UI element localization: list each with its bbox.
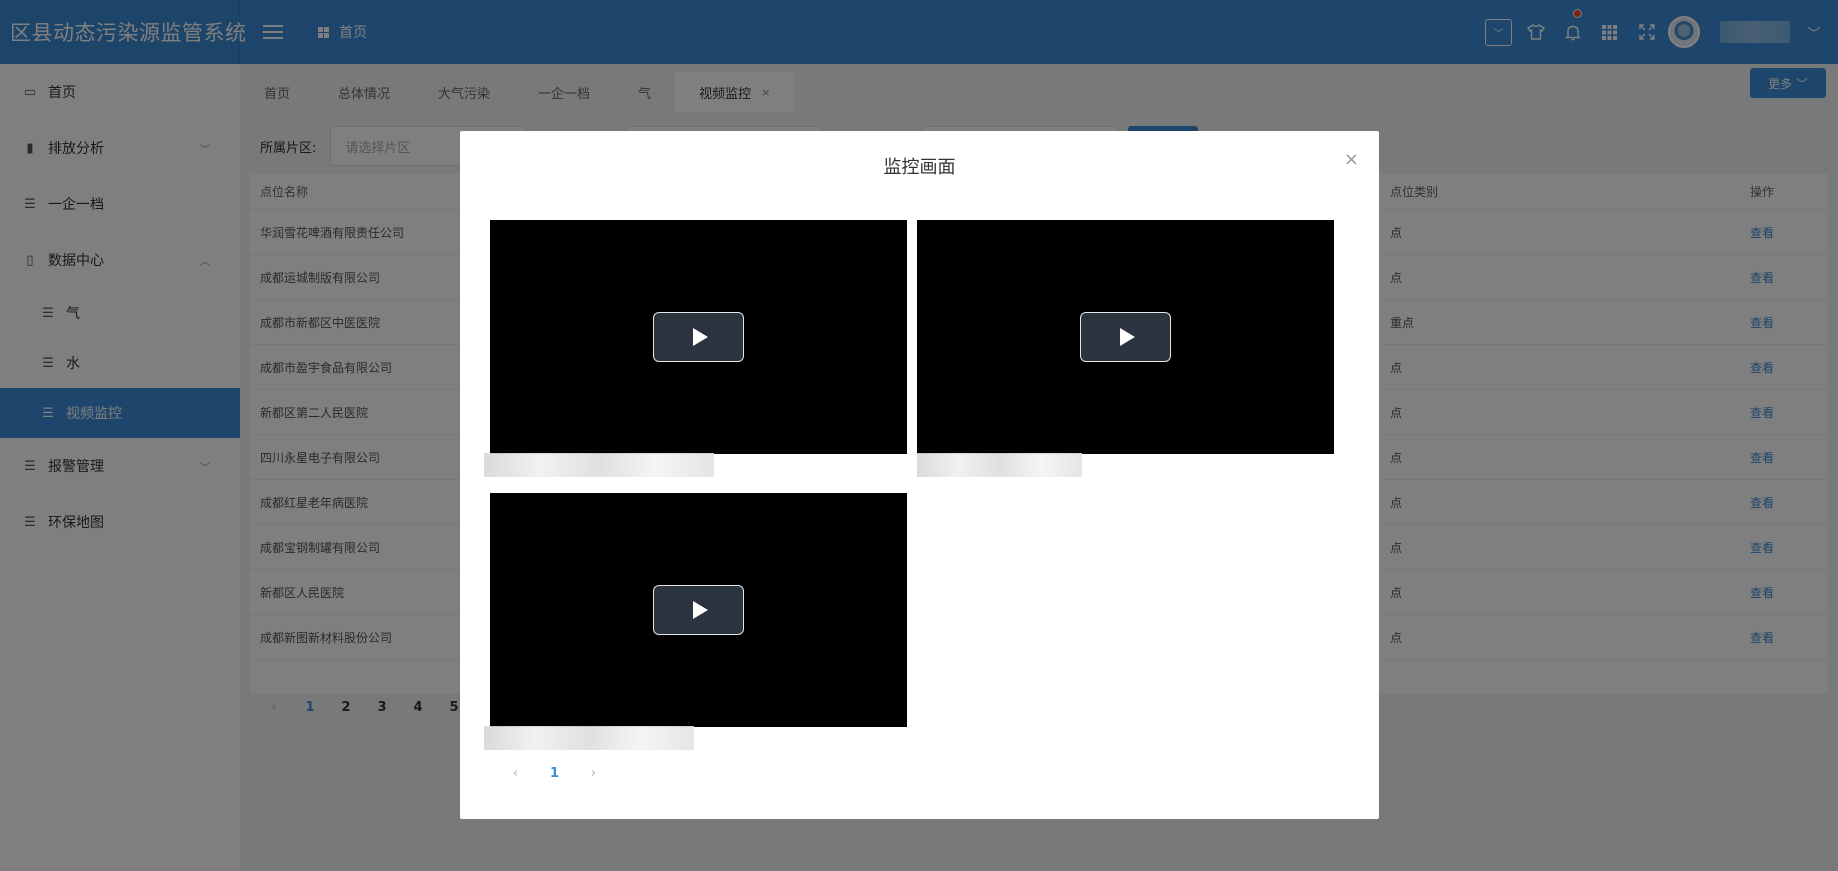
play-icon <box>693 328 708 346</box>
modal-page-1[interactable]: 1 <box>535 766 574 781</box>
modal-next-button[interactable]: › <box>574 766 613 781</box>
modal-pagination: ‹ 1 › <box>496 766 613 781</box>
video-player-2[interactable] <box>917 220 1334 454</box>
play-button[interactable] <box>1080 312 1171 362</box>
monitor-modal: 监控画面 × ‹ 1 › <box>460 131 1379 819</box>
video-label-3 <box>484 726 694 750</box>
video-label-2 <box>917 453 1082 477</box>
modal-prev-button[interactable]: ‹ <box>496 766 535 781</box>
play-icon <box>1120 328 1135 346</box>
play-button[interactable] <box>653 312 744 362</box>
play-icon <box>693 601 708 619</box>
play-button[interactable] <box>653 585 744 635</box>
video-label-1 <box>484 453 714 477</box>
modal-title: 监控画面 <box>883 157 956 178</box>
video-player-3[interactable] <box>490 493 907 727</box>
video-player-1[interactable] <box>490 220 907 454</box>
close-icon[interactable]: × <box>1344 149 1359 170</box>
